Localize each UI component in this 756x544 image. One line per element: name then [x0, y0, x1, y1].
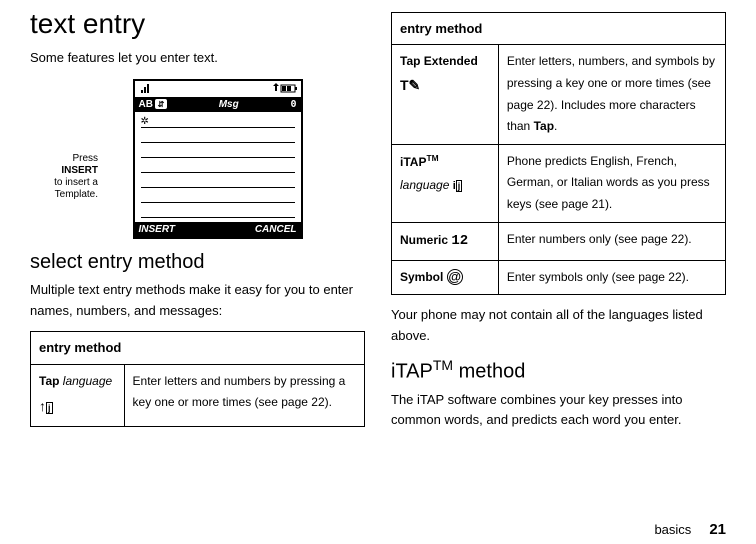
text-line	[141, 203, 295, 218]
callout-line: Template.	[48, 189, 98, 201]
phone-illustration: Press INSERT to insert a Template. AB ⇵ …	[30, 79, 365, 239]
phone-softkeys: INSERT CANCEL	[135, 222, 301, 237]
method-itap-desc: Phone predicts English, French, German, …	[498, 144, 725, 222]
select-method-text: Multiple text entry methods make it easy…	[30, 280, 365, 322]
language-note: Your phone may not contain all of the la…	[391, 305, 726, 347]
table-header: entry method	[31, 332, 365, 364]
callout-line: Press	[48, 153, 98, 165]
page-footer: basics 21	[654, 521, 726, 538]
table-row: Tap Extended T✎ Enter letters, numbers, …	[392, 45, 726, 144]
text-line	[141, 188, 295, 203]
method-tap-desc: Enter letters and numbers by pressing a …	[124, 364, 364, 426]
method-itap: iTAPTM language ij	[400, 151, 490, 197]
symbol-icon: @	[447, 269, 463, 285]
mode-icon: ⇵	[155, 99, 167, 109]
method-symbol-desc: Enter symbols only (see page 22).	[498, 260, 725, 295]
tap-icon: ↑j	[39, 394, 116, 419]
section-label: basics	[654, 522, 691, 537]
entry-method-table-right: entry method Tap Extended T✎ Enter lette…	[391, 12, 726, 295]
heading-text-entry: text entry	[30, 8, 365, 40]
method-numeric: Numeric 12	[400, 229, 490, 254]
method-symbol: Symbol @	[400, 267, 490, 289]
text-line	[141, 173, 295, 188]
method-tap: Tap language ↑j	[39, 371, 116, 420]
table-header: entry method	[392, 13, 726, 45]
left-column: text entry Some features let you enter t…	[30, 8, 365, 441]
table-row: iTAPTM language ij Phone predicts Englis…	[392, 144, 726, 222]
table-row: Numeric 12 Enter numbers only (see page …	[392, 222, 726, 260]
phone-top-bar: AB ⇵ Msg 0	[135, 97, 301, 112]
table-row: Symbol @ Enter symbols only (see page 22…	[392, 260, 726, 295]
text-line	[141, 128, 295, 143]
softkey-cancel: CANCEL	[255, 224, 297, 235]
right-column: entry method Tap Extended T✎ Enter lette…	[391, 8, 726, 441]
method-numeric-desc: Enter numbers only (see page 22).	[498, 222, 725, 260]
callout-bold: INSERT	[48, 165, 98, 177]
two-column-layout: text entry Some features let you enter t…	[30, 8, 726, 441]
entry-method-table-left: entry method Tap language ↑j Enter lette…	[30, 331, 365, 426]
callout-line: to insert a	[48, 177, 98, 189]
phone-mode: AB ⇵	[139, 99, 167, 110]
method-tap-extended: Tap Extended T✎	[400, 51, 490, 98]
text-lines	[135, 127, 301, 222]
text-cursor: ✲	[135, 112, 301, 127]
text-line	[141, 158, 295, 173]
phone-callout: Press INSERT to insert a Template.	[48, 153, 98, 201]
heading-itap-method: iTAPTM method	[391, 357, 726, 384]
phone-status-bar	[135, 81, 301, 97]
itap-icon: ij	[453, 180, 463, 192]
heading-select-method: select entry method	[30, 251, 365, 274]
text-line	[141, 143, 295, 158]
page-number: 21	[709, 521, 726, 538]
softkey-insert: INSERT	[139, 224, 176, 235]
phone-count: 0	[290, 99, 296, 110]
signal-icon	[139, 83, 153, 95]
itap-method-text: The iTAP software combines your key pres…	[391, 390, 726, 432]
numeric-icon: 12	[451, 233, 468, 249]
method-tap-extended-desc: Enter letters, numbers, and symbols by p…	[498, 45, 725, 144]
phone-screen: AB ⇵ Msg 0 ✲ INSERT CANCEL	[133, 79, 303, 239]
intro-text: Some features let you enter text.	[30, 48, 365, 69]
phone-title: Msg	[167, 99, 291, 110]
battery-icon	[273, 83, 297, 95]
table-row: Tap language ↑j Enter letters and number…	[31, 364, 365, 426]
